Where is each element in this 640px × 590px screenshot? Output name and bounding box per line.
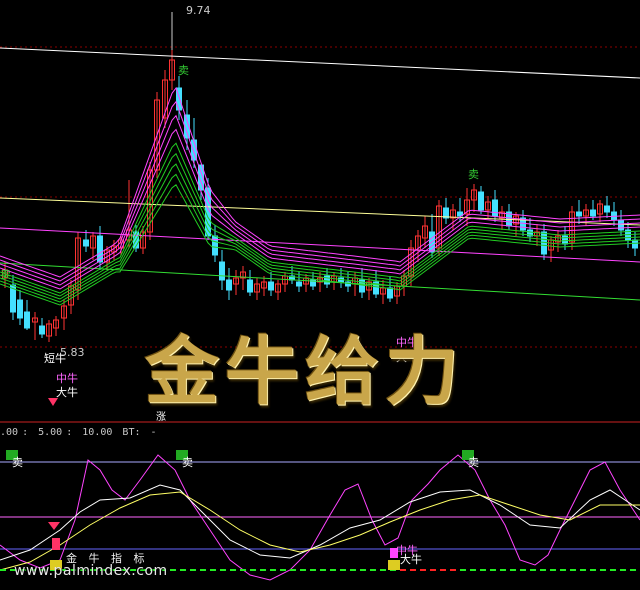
chart-canvas: 卖卖卖中牛大牛 9.74卖卖5.83短牛中牛大牛中牛大牛涨卖	[0, 4, 640, 581]
moving-average-lines	[0, 47, 640, 306]
candle-body-34	[247, 279, 253, 293]
ma-magenta-3	[0, 128, 640, 290]
long-label: 短牛	[44, 351, 66, 365]
param-bt[interactable]: BT:	[122, 427, 140, 438]
big-label-1: 大牛	[56, 385, 78, 399]
big-text-lower: 大牛	[400, 552, 422, 566]
long-line-white	[0, 47, 640, 79]
candle-body-2	[17, 299, 23, 319]
candle-body-3	[24, 311, 30, 329]
candle-body-37	[268, 281, 274, 291]
high-label: 9.74	[186, 4, 211, 17]
grid-lines	[0, 46, 640, 550]
candle-body-41	[296, 281, 302, 287]
buy-base-2	[388, 560, 400, 570]
sell-text-2: 卖	[182, 456, 193, 469]
candle-body-5	[39, 325, 45, 335]
candle-body-30	[219, 261, 225, 281]
candle-body-85	[604, 205, 610, 213]
diamond-icon-lower	[48, 522, 60, 530]
param-1[interactable]: 5.00	[38, 427, 62, 438]
sell-label-0: 卖	[0, 268, 11, 281]
candle-body-83	[590, 209, 596, 217]
sell-label-1: 卖	[178, 64, 189, 77]
candle-body-67	[478, 191, 484, 211]
candle-body-31	[226, 279, 232, 291]
sell-text-1: 卖	[12, 456, 23, 469]
sell-text-3: 卖	[468, 456, 479, 469]
candlestick-series	[2, 50, 638, 342]
param-2[interactable]: 10.00	[82, 427, 112, 438]
diamond-icon	[48, 398, 58, 406]
param-bt-value: -	[150, 427, 157, 438]
candle-body-54	[387, 287, 393, 299]
banner-title: 金牛给力	[145, 329, 465, 415]
candle-body-11	[83, 239, 89, 247]
long-line-green	[0, 262, 640, 301]
buy-bar-1	[52, 538, 60, 550]
mid-label-1: 中牛	[56, 371, 78, 385]
param-0[interactable]: .00	[0, 427, 18, 438]
indicator-toolbar: .00: 5.00: 10.00 BT: -	[0, 427, 157, 438]
candle-body-89	[632, 239, 638, 249]
candle-body-69	[492, 199, 498, 217]
sell-label-2: 卖	[468, 168, 479, 181]
candle-body-81	[576, 211, 582, 217]
watermark: www.palmindex.com	[14, 563, 168, 579]
